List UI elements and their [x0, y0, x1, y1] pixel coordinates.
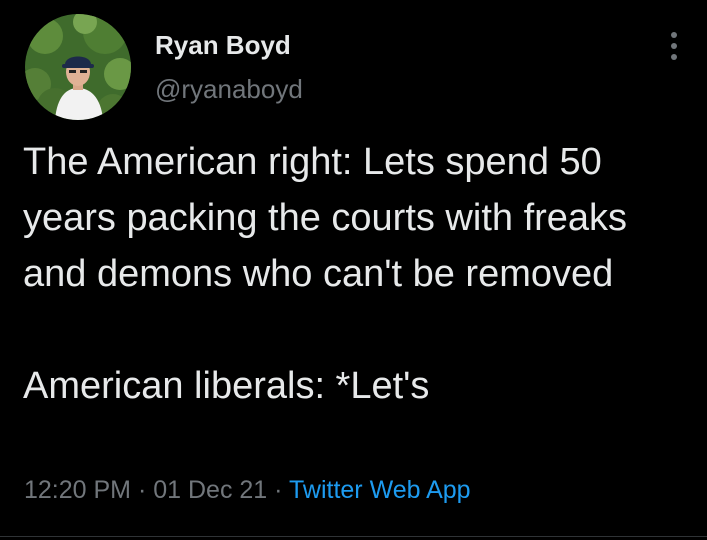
tweet-source-link[interactable]: Twitter Web App [289, 476, 471, 504]
avatar[interactable] [25, 14, 131, 120]
more-vertical-icon-dot [671, 43, 677, 49]
more-options-button[interactable] [662, 28, 686, 64]
tweet-date[interactable]: 01 Dec 21 [153, 476, 267, 504]
meta-separator: · [274, 476, 283, 504]
tweet-time[interactable]: 12:20 PM [24, 476, 131, 504]
avatar-photo [25, 14, 131, 120]
more-vertical-icon [671, 32, 677, 38]
tweet-paragraph: The American right: Lets spend 50 years … [23, 141, 628, 295]
author-handle[interactable]: @ryanaboyd [155, 74, 303, 105]
meta-separator: · [137, 476, 147, 504]
tweet-paragraph: American liberals: *Let's [23, 365, 430, 407]
tweet-text: The American right: Lets spend 50 years … [23, 134, 683, 414]
more-vertical-icon-dot [671, 54, 677, 60]
tweet-card: Ryan Boyd @ryanaboyd The American right:… [0, 0, 707, 540]
tweet-meta: 12:20 PM · 01 Dec 21 · Twitter Web App [24, 476, 471, 505]
divider [0, 536, 707, 537]
author-display-name[interactable]: Ryan Boyd [155, 30, 291, 61]
